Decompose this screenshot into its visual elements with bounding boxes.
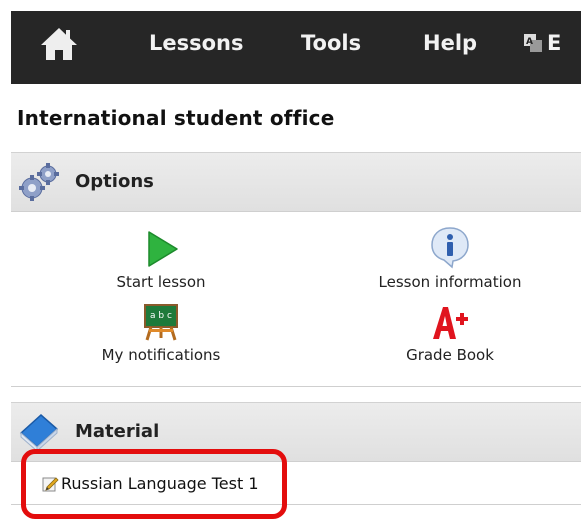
- grade-book-label: Grade Book: [406, 346, 494, 364]
- nav-tools[interactable]: Tools: [301, 31, 361, 55]
- options-panel: Start lesson Lesson information a b c My…: [11, 212, 581, 387]
- material-title: Material: [75, 421, 160, 442]
- grade-book-button[interactable]: Grade Book: [350, 302, 550, 364]
- lesson-information-label: Lesson information: [378, 273, 522, 291]
- home-icon[interactable]: [39, 26, 79, 62]
- play-icon: [148, 231, 178, 267]
- lesson-information-button[interactable]: Lesson information: [350, 225, 550, 291]
- chalkboard-icon: a b c: [144, 304, 178, 341]
- start-lesson-label: Start lesson: [116, 273, 206, 291]
- nav-lessons[interactable]: Lessons: [149, 31, 244, 55]
- my-notifications-button[interactable]: a b c My notifications: [61, 302, 261, 364]
- svg-text:A: A: [526, 37, 533, 47]
- start-lesson-button[interactable]: Start lesson: [61, 229, 261, 291]
- grade-a-plus-icon: [433, 307, 468, 339]
- highlight-annotation-box: [21, 449, 287, 519]
- book-icon: [19, 413, 59, 453]
- nav-help[interactable]: Help: [423, 31, 477, 55]
- my-notifications-label: My notifications: [101, 346, 221, 364]
- top-navigation-bar: Lessons Tools Help A E: [11, 11, 581, 84]
- options-title: Options: [75, 171, 154, 192]
- options-section-header: Options: [11, 152, 581, 212]
- svg-text:a b c: a b c: [150, 311, 172, 321]
- page-title: International student office: [17, 106, 335, 130]
- nav-language[interactable]: A E: [523, 31, 561, 55]
- nav-language-label: E: [547, 31, 562, 55]
- info-icon: [431, 227, 469, 269]
- gears-icon: [19, 163, 59, 201]
- language-icon: A: [524, 34, 542, 52]
